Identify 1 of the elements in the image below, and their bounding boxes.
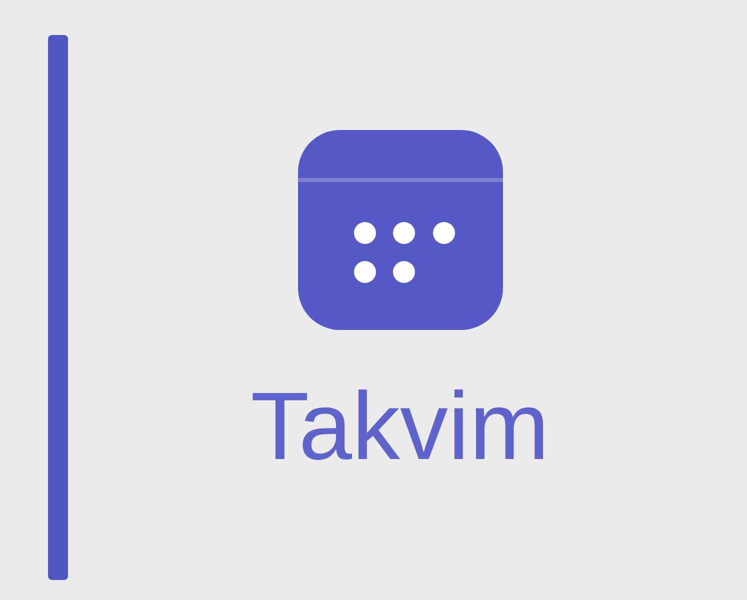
- calendar-icon: [298, 130, 502, 330]
